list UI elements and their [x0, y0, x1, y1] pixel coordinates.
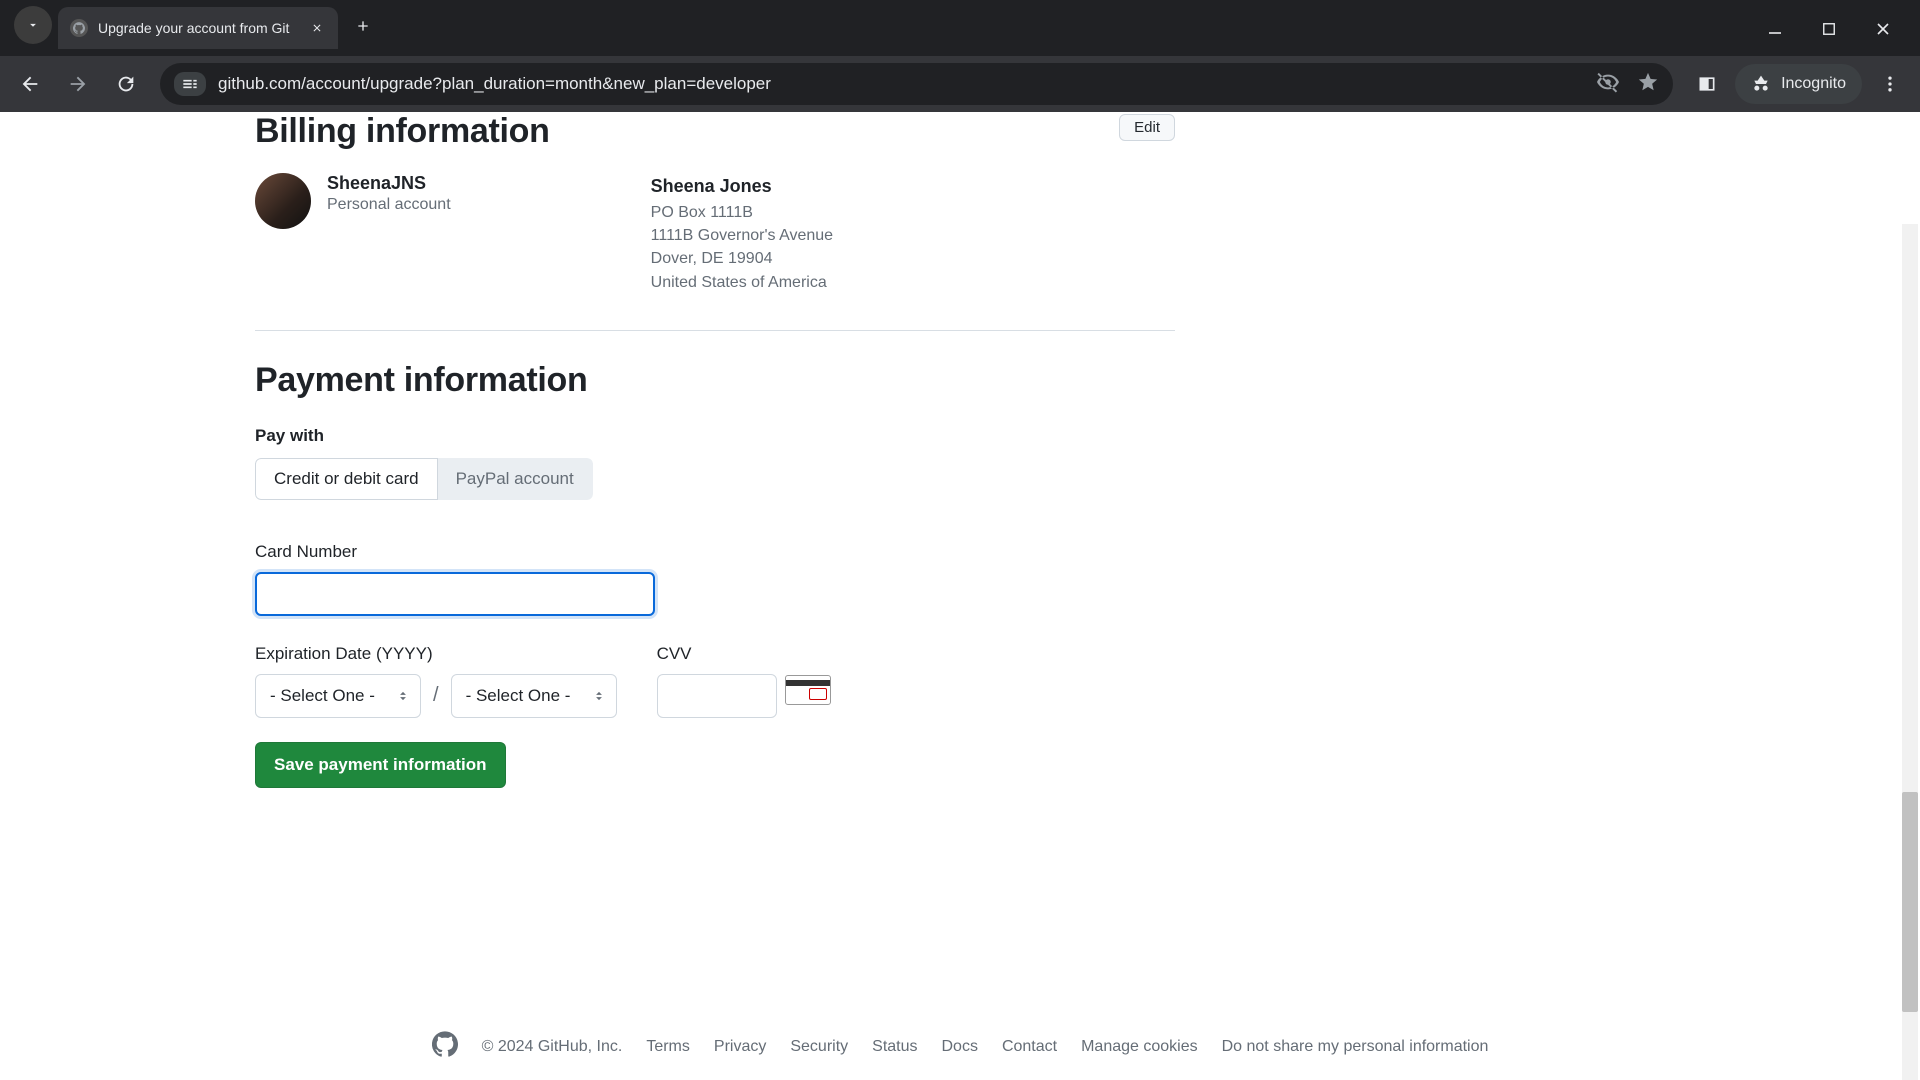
- chrome-menu-button[interactable]: [1870, 64, 1910, 104]
- footer-link[interactable]: Privacy: [714, 1038, 766, 1056]
- exp-year-select[interactable]: - Select One -: [451, 674, 617, 718]
- scrollbar-thumb[interactable]: [1902, 792, 1918, 1012]
- billing-profile: SheenaJNS Personal account: [255, 173, 451, 294]
- edit-billing-button[interactable]: Edit: [1119, 114, 1175, 141]
- billing-heading: Billing information: [255, 112, 550, 151]
- pay-with-label: Pay with: [255, 426, 1175, 446]
- side-panel-icon[interactable]: [1687, 64, 1727, 104]
- new-tab-button[interactable]: [346, 9, 380, 43]
- window-minimize-button[interactable]: [1762, 16, 1788, 42]
- bookmark-star-icon[interactable]: [1637, 71, 1659, 98]
- billing-address: Sheena Jones PO Box 1111B 1111B Governor…: [651, 173, 833, 294]
- billing-full-name: Sheena Jones: [651, 173, 833, 199]
- card-number-input[interactable]: [255, 572, 655, 616]
- window-controls: [1762, 16, 1920, 56]
- github-favicon-icon: [70, 19, 88, 37]
- payment-heading: Payment information: [255, 361, 1175, 400]
- incognito-label: Incognito: [1781, 75, 1846, 93]
- footer-link[interactable]: Manage cookies: [1081, 1038, 1198, 1056]
- window-maximize-button[interactable]: [1816, 16, 1842, 42]
- nav-forward-button[interactable]: [58, 64, 98, 104]
- chevron-updown-icon: [592, 689, 606, 703]
- cvv-input[interactable]: [657, 674, 777, 718]
- url-text: github.com/account/upgrade?plan_duration…: [218, 74, 771, 94]
- incognito-indicator[interactable]: Incognito: [1735, 64, 1862, 104]
- page-footer: © 2024 GitHub, Inc. Terms Privacy Securi…: [0, 1031, 1920, 1062]
- window-close-button[interactable]: [1870, 16, 1896, 42]
- exp-month-value: - Select One -: [270, 686, 375, 706]
- footer-link[interactable]: Docs: [942, 1038, 978, 1056]
- address-line: 1111B Governor's Avenue: [651, 224, 833, 247]
- footer-link[interactable]: Terms: [646, 1038, 690, 1056]
- avatar: [255, 173, 311, 229]
- browser-tab-strip: Upgrade your account from Git: [0, 0, 1920, 56]
- cvv-label: CVV: [657, 644, 831, 664]
- page-viewport: Billing information Edit SheenaJNS Perso…: [0, 112, 1920, 1080]
- address-line: Dover, DE 19904: [651, 247, 833, 270]
- site-info-icon[interactable]: [174, 72, 206, 96]
- payment-method-segment: Credit or debit card PayPal account: [255, 458, 593, 500]
- section-divider: [255, 330, 1175, 331]
- chevron-updown-icon: [396, 689, 410, 703]
- github-logo-icon: [432, 1031, 458, 1062]
- address-line: PO Box 1111B: [651, 201, 833, 224]
- nav-reload-button[interactable]: [106, 64, 146, 104]
- exp-year-value: - Select One -: [466, 686, 571, 706]
- save-payment-button[interactable]: Save payment information: [255, 742, 506, 788]
- account-type: Personal account: [327, 196, 451, 214]
- pay-method-paypal-button[interactable]: PayPal account: [438, 458, 593, 500]
- card-number-label: Card Number: [255, 542, 1175, 562]
- browser-tab-active[interactable]: Upgrade your account from Git: [58, 7, 338, 49]
- cvv-card-icon: [785, 675, 831, 705]
- date-separator: /: [433, 684, 439, 707]
- tab-search-button[interactable]: [14, 6, 52, 44]
- tab-title: Upgrade your account from Git: [98, 20, 298, 36]
- footer-link[interactable]: Security: [790, 1038, 848, 1056]
- pay-method-card-button[interactable]: Credit or debit card: [255, 458, 438, 500]
- footer-link[interactable]: Do not share my personal information: [1222, 1038, 1489, 1056]
- address-bar[interactable]: github.com/account/upgrade?plan_duration…: [160, 63, 1673, 105]
- address-line: United States of America: [651, 271, 833, 294]
- tab-close-button[interactable]: [308, 19, 326, 37]
- footer-link[interactable]: Contact: [1002, 1038, 1057, 1056]
- expiration-label: Expiration Date (YYYY): [255, 644, 617, 664]
- footer-link[interactable]: Status: [872, 1038, 917, 1056]
- footer-copyright: © 2024 GitHub, Inc.: [482, 1038, 623, 1056]
- username: SheenaJNS: [327, 173, 451, 194]
- eye-off-icon[interactable]: [1597, 71, 1619, 98]
- nav-back-button[interactable]: [10, 64, 50, 104]
- browser-toolbar: github.com/account/upgrade?plan_duration…: [0, 56, 1920, 112]
- exp-month-select[interactable]: - Select One -: [255, 674, 421, 718]
